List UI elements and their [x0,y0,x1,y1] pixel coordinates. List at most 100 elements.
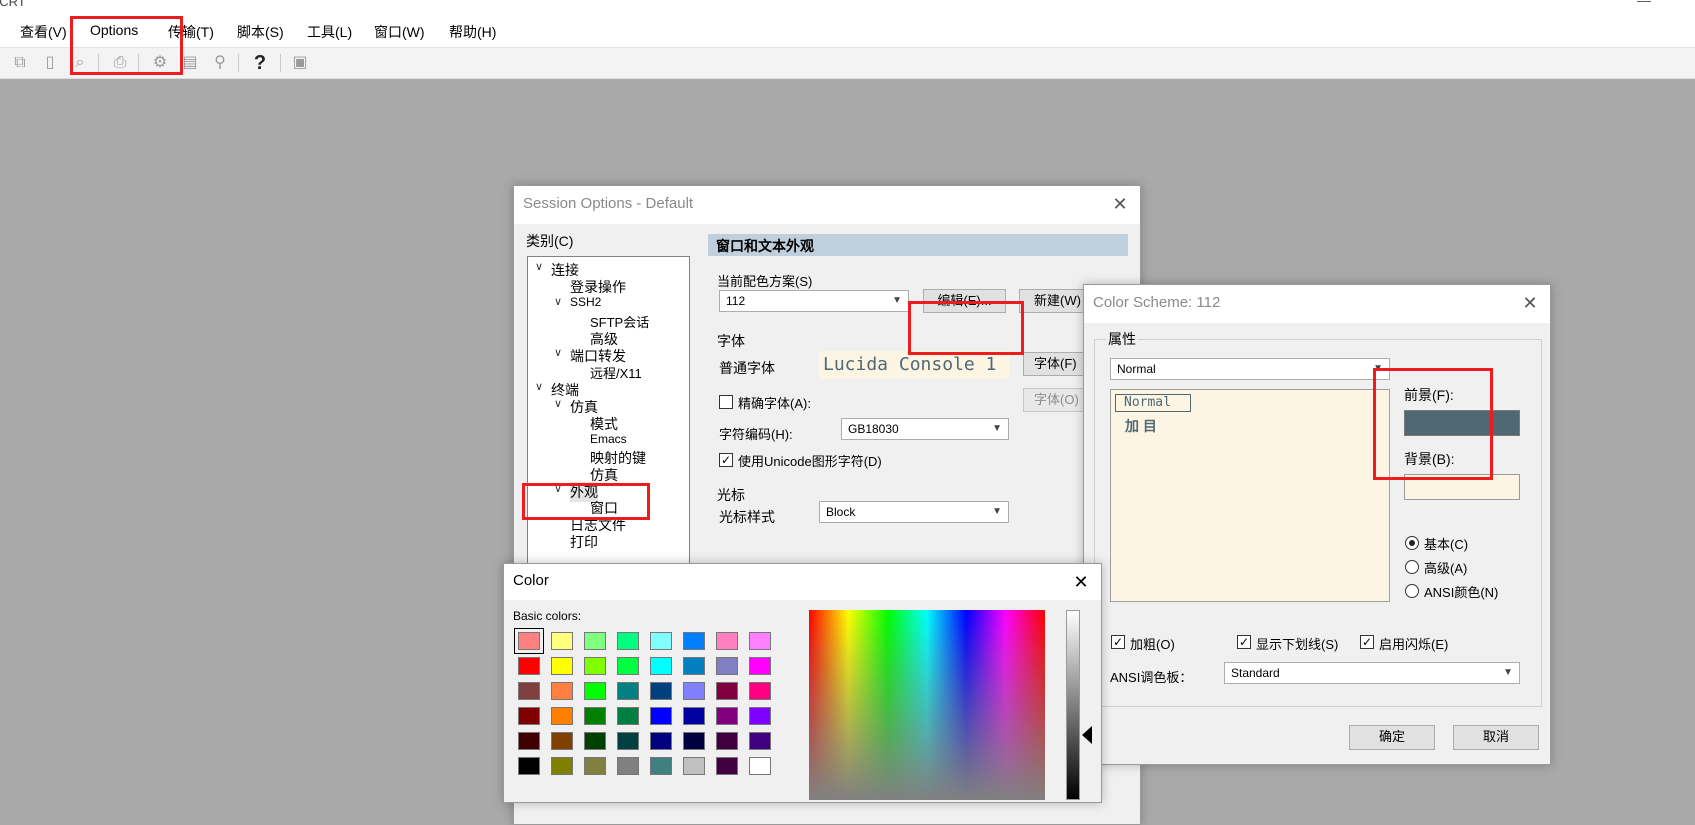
radio-advanced[interactable] [1405,560,1419,574]
luminance-slider[interactable] [1066,610,1080,800]
encoding-select[interactable]: GB18030 ▼ [841,418,1009,440]
blink-checkbox[interactable]: ✓ [1360,635,1374,649]
color-swatch[interactable] [584,657,606,675]
chevron-down-icon[interactable]: ∨ [554,346,562,359]
radio-basic[interactable] [1405,536,1419,550]
color-swatch[interactable] [683,632,705,650]
color-swatch[interactable] [749,732,771,750]
screen-icon[interactable]: ▣ [290,53,310,73]
color-swatch[interactable] [716,707,738,725]
close-icon[interactable]: ✕ [1067,568,1095,596]
color-swatch[interactable] [584,632,606,650]
color-swatch[interactable] [716,757,738,775]
color-swatch[interactable] [749,757,771,775]
unicode-label: 使用Unicode图形字符(D) [738,454,882,469]
color-swatch[interactable] [683,682,705,700]
color-swatch[interactable] [650,757,672,775]
tree-item-remote-x11[interactable]: 远程/X11 [590,363,642,382]
color-swatch[interactable] [518,757,540,775]
copy-icon[interactable]: ⧉ [10,53,30,73]
menu-tools[interactable]: 工具(L) [307,22,352,42]
bold-checkbox[interactable]: ✓ [1111,635,1125,649]
color-swatch[interactable] [683,757,705,775]
ansi-palette-select[interactable]: Standard ▼ [1224,662,1520,684]
color-swatch[interactable] [716,682,738,700]
color-swatch[interactable] [551,707,573,725]
list-item-normal[interactable]: Normal [1115,394,1191,412]
attribute-select[interactable]: Normal ▼ [1110,358,1390,380]
color-swatch[interactable] [584,757,606,775]
color-swatch[interactable] [518,707,540,725]
color-swatch[interactable] [551,757,573,775]
color-swatch[interactable] [617,707,639,725]
app-title-bar: eCRT — [0,0,1695,14]
color-swatch[interactable] [650,707,672,725]
close-icon[interactable]: ✕ [1516,289,1544,317]
color-swatch[interactable] [683,707,705,725]
color-swatch[interactable] [551,657,573,675]
color-swatch[interactable] [518,732,540,750]
cursor-style-select[interactable]: Block ▼ [819,501,1009,523]
chevron-down-icon[interactable]: ∨ [554,295,562,308]
menu-help[interactable]: 帮助(H) [449,22,496,42]
tree-item-emacs[interactable]: Emacs [590,432,627,446]
list-item-bold[interactable]: 加 目 [1125,416,1157,436]
color-swatch[interactable] [518,657,540,675]
help-icon[interactable]: ? [250,53,270,73]
cancel-button[interactable]: 取消 [1453,725,1539,750]
menu-script[interactable]: 脚本(S) [237,22,284,42]
color-swatch[interactable] [617,732,639,750]
color-swatch[interactable] [650,682,672,700]
tree-item-login-actions[interactable]: 登录操作 [570,277,626,297]
color-swatch[interactable] [716,657,738,675]
color-swatch[interactable] [551,732,573,750]
color-swatch[interactable] [584,732,606,750]
chevron-down-icon[interactable]: ∨ [535,260,543,273]
color-swatch[interactable] [749,657,771,675]
color-swatch[interactable] [683,732,705,750]
cursor-style-label: 光标样式 [719,509,775,525]
sftp-icon[interactable]: ⚲ [210,53,230,73]
color-swatch[interactable] [551,632,573,650]
keymap-icon[interactable]: ▤ [180,53,200,73]
close-icon[interactable]: ✕ [1106,190,1134,218]
color-swatch[interactable] [650,632,672,650]
color-swatch[interactable] [650,657,672,675]
attribute-list[interactable]: Normal 加 目 [1110,389,1390,602]
color-swatch[interactable] [518,682,540,700]
color-swatch[interactable] [617,657,639,675]
menu-window[interactable]: 窗口(W) [374,22,425,42]
color-swatch[interactable] [584,682,606,700]
color-swatch[interactable] [716,632,738,650]
color-swatch[interactable] [749,632,771,650]
chevron-down-icon[interactable]: ∨ [554,397,562,410]
tree-item-modes[interactable]: 模式 [590,414,618,434]
minimize-icon[interactable]: — [1637,0,1651,8]
dialog-title-bar: Session Options - Default ✕ [514,186,1140,224]
ok-button[interactable]: 确定 [1349,725,1435,750]
scheme-select[interactable]: 112 ▼ [719,290,909,312]
chevron-down-icon: ▼ [992,506,1002,517]
color-swatch[interactable] [683,657,705,675]
paste-icon[interactable]: ▯ [40,53,60,73]
tree-item-printing[interactable]: 打印 [570,532,598,552]
luminance-arrow-icon[interactable] [1082,726,1092,744]
color-spectrum[interactable] [809,610,1045,800]
color-swatch[interactable] [617,682,639,700]
underline-checkbox[interactable]: ✓ [1237,635,1251,649]
precise-font-checkbox[interactable] [719,395,733,409]
unicode-checkbox[interactable]: ✓ [719,453,733,467]
chevron-down-icon[interactable]: ∨ [535,380,543,393]
color-swatch[interactable] [617,757,639,775]
color-swatch[interactable] [551,682,573,700]
ansi-palette-label: ANSI调色板： [1110,670,1193,685]
color-swatch[interactable] [650,732,672,750]
color-swatch[interactable] [749,682,771,700]
color-swatch[interactable] [749,707,771,725]
menu-view[interactable]: 查看(V) [20,22,67,42]
radio-ansi[interactable] [1405,584,1419,598]
color-swatch[interactable] [617,632,639,650]
tree-item-ssh2[interactable]: ∨ SSH2 [554,295,601,309]
color-swatch[interactable] [584,707,606,725]
color-swatch[interactable] [716,732,738,750]
